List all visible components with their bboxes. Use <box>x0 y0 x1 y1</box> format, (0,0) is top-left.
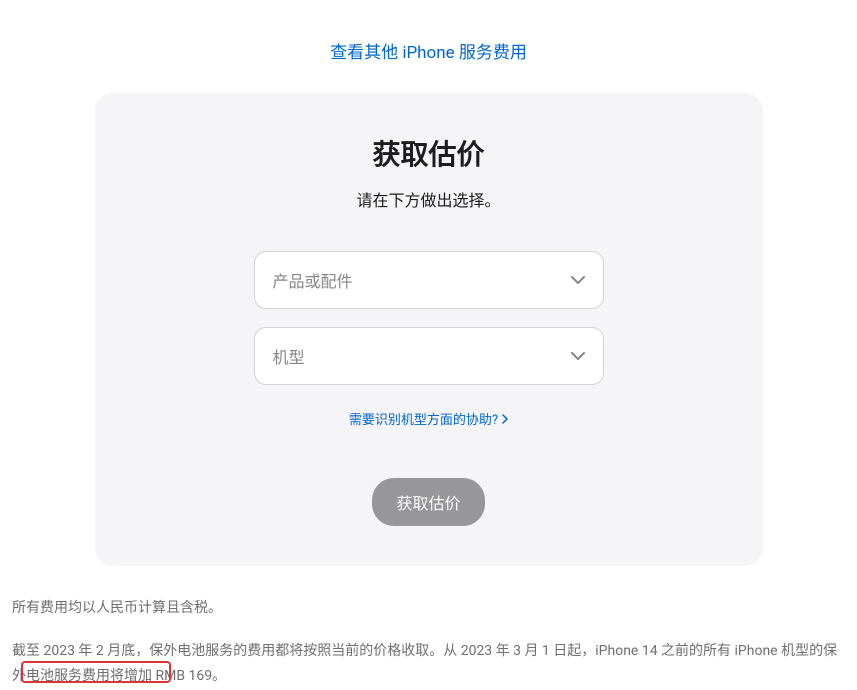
help-link-label: 需要识别机型方面的协助? <box>349 409 498 428</box>
model-select[interactable]: 机型 <box>254 327 604 385</box>
footer-price-note: 截至 2023 年 2 月底，保外电池服务的费用都将按照当前的价格收取。从 20… <box>0 621 857 689</box>
estimate-card: 获取估价 请在下方做出选择。 产品或配件 机型 需要识别机型方面的协助? 获取估… <box>95 93 763 566</box>
footer-tax-note: 所有费用均以人民币计算且含税。 <box>0 566 857 621</box>
footer-price-text: 截至 2023 年 2 月底，保外电池服务的费用都将按照当前的价格收取。从 20… <box>12 643 837 684</box>
card-title: 获取估价 <box>135 133 723 173</box>
product-select-placeholder: 产品或配件 <box>273 268 353 292</box>
chevron-right-icon <box>502 414 508 424</box>
get-estimate-button[interactable]: 获取估价 <box>372 478 484 526</box>
chevron-down-icon <box>571 352 585 360</box>
product-select[interactable]: 产品或配件 <box>254 251 604 309</box>
model-select-placeholder: 机型 <box>273 344 305 368</box>
card-subtitle: 请在下方做出选择。 <box>135 187 723 211</box>
identify-model-help-link[interactable]: 需要识别机型方面的协助? <box>349 409 508 428</box>
chevron-down-icon <box>571 276 585 284</box>
other-services-link[interactable]: 查看其他 iPhone 服务费用 <box>330 43 527 63</box>
